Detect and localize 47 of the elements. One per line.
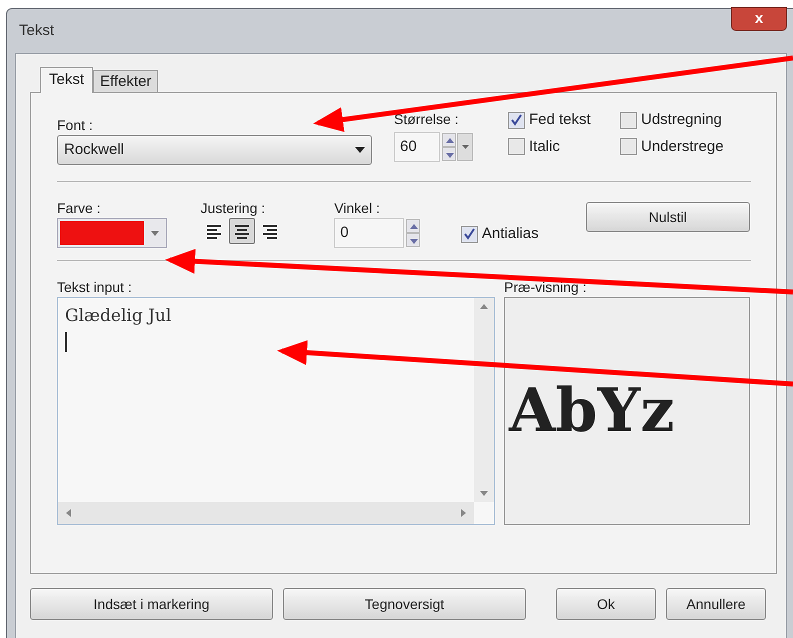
horizontal-scrollbar[interactable] (58, 502, 474, 524)
field-label: Tekst input : (57, 278, 133, 297)
scroll-right-arrow-icon[interactable] (461, 509, 466, 517)
preview-text: AbYz (509, 375, 674, 447)
dropdown-button[interactable] (457, 133, 473, 161)
reset-button[interactable]: Nulstil (586, 202, 750, 232)
checkbox[interactable] (460, 226, 478, 242)
window-title: Tekst (19, 20, 54, 41)
dialog-button[interactable]: Annullere (666, 588, 766, 620)
close-button[interactable]: x (731, 7, 787, 31)
color-picker[interactable] (57, 218, 167, 248)
checkbox[interactable] (508, 138, 525, 156)
field-label: Vinkel : (334, 199, 381, 218)
text-cursor (65, 332, 67, 352)
caret-icon (148, 229, 162, 237)
spin-button[interactable] (406, 219, 420, 247)
spin-button[interactable] (442, 133, 456, 161)
field-label: Størrelse : (394, 110, 460, 129)
dialog-button[interactable]: Ok (556, 588, 656, 620)
checkbox[interactable] (508, 112, 525, 129)
tab[interactable]: Tekst (40, 67, 94, 93)
angle-field[interactable]: 0 (334, 218, 404, 248)
field-label: Præ-visning : (504, 278, 588, 297)
scroll-down-arrow-icon[interactable] (480, 491, 488, 496)
vertical-scrollbar[interactable] (474, 298, 494, 502)
checkbox-label: Fed tekst (529, 110, 591, 130)
scroll-up-arrow-icon[interactable] (480, 304, 488, 309)
checkbox[interactable] (620, 138, 637, 156)
tab[interactable]: Effekter (93, 70, 158, 92)
field-label: Font : (57, 116, 94, 135)
caret-icon (355, 147, 365, 153)
field-label: Farve : (57, 199, 102, 218)
dialog-button[interactable]: Indsæt i markering (30, 588, 273, 620)
font-dropdown[interactable]: Rockwell (57, 135, 372, 165)
font-value: Rockwell (64, 140, 124, 160)
checkbox-label: Udstregning (641, 110, 722, 130)
align-center-button[interactable] (228, 218, 255, 244)
checkbox[interactable] (620, 112, 637, 129)
text-input-area[interactable]: Glædelig Jul (57, 297, 495, 525)
field-label: Justering : (200, 199, 266, 218)
checkbox-label: Antialias (482, 224, 539, 244)
scroll-left-arrow-icon[interactable] (66, 509, 71, 517)
checkbox-label: Understrege (641, 136, 724, 156)
size-field[interactable]: 60 (394, 132, 440, 162)
dialog-button[interactable]: Tegnoversigt (283, 588, 526, 620)
checkbox-label: Italic (529, 136, 560, 156)
caret-icon (462, 145, 468, 149)
